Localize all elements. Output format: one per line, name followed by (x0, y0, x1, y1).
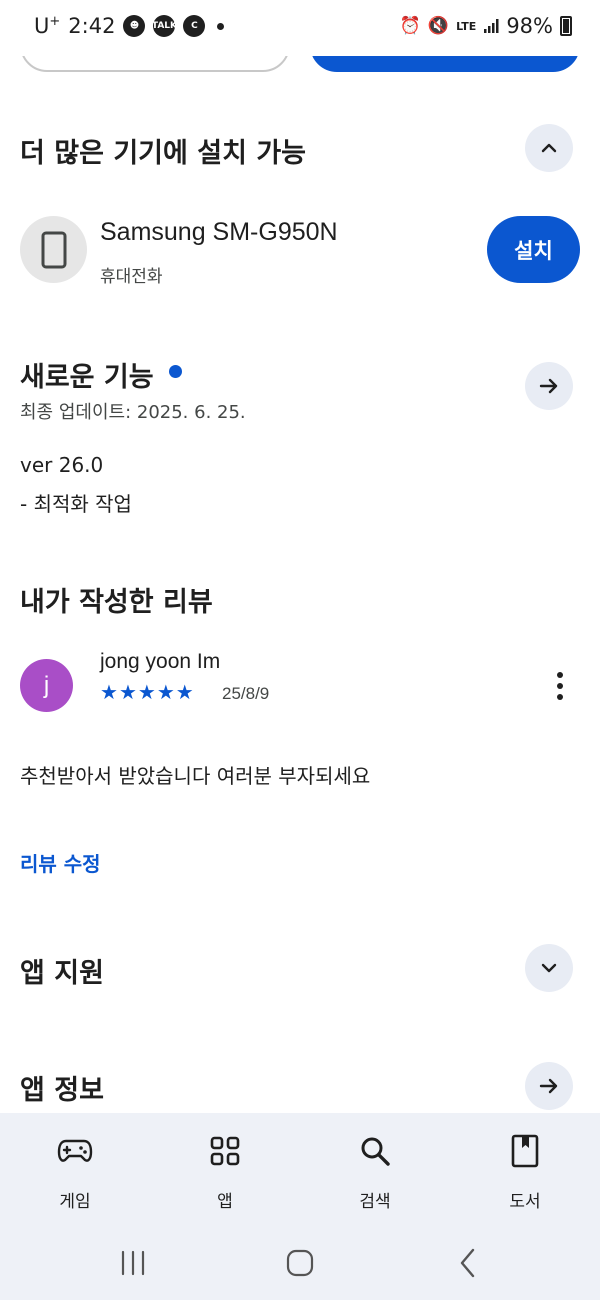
last-updated: 최종 업데이트: 2025. 6. 25. (20, 402, 246, 423)
expand-app-support-button[interactable] (525, 944, 573, 992)
recent-apps-button[interactable] (113, 1245, 153, 1281)
nav-item-games[interactable]: 게임 (0, 1113, 150, 1227)
new-indicator-dot (169, 365, 182, 378)
bottom-navigation: 게임 앱 검색 도서 (0, 1113, 600, 1227)
home-button[interactable] (280, 1245, 320, 1281)
lte-icon: LTE (456, 19, 477, 33)
star-icon: ★ (100, 680, 118, 704)
star-icon: ★ (175, 680, 194, 704)
device-type: 휴대전화 (100, 267, 163, 287)
review-text: 추천받아서 받았습니다 여러분 부자되세요 (20, 764, 371, 788)
review-more-button[interactable] (546, 668, 574, 704)
home-icon (286, 1249, 314, 1277)
app-info-title: 앱 정보 (20, 1075, 104, 1106)
star-icon: ★ (118, 680, 137, 704)
status-bar-left: U+ 2:42 ☻ TALK C (34, 14, 225, 38)
avatar: j (20, 659, 73, 712)
c-notification-icon: C (183, 15, 206, 37)
face-notification-icon: ☻ (123, 15, 146, 37)
update-note: - 최적화 작업 (20, 492, 132, 516)
status-bar: U+ 2:42 ☻ TALK C ⏰ 🔇 LTE 98% (0, 0, 600, 56)
edit-review-link[interactable]: 리뷰 수정 (20, 848, 101, 877)
status-bar-right: ⏰ 🔇 LTE 98% (400, 14, 572, 38)
version-text: ver 26.0 (20, 453, 104, 477)
more-vert-icon (557, 672, 563, 678)
battery-percent: 98% (506, 14, 553, 38)
nav-item-apps[interactable]: 앱 (150, 1113, 300, 1227)
talk-notification-icon: TALK (152, 15, 177, 37)
nav-label-search: 검색 (359, 1192, 391, 1212)
search-icon (357, 1133, 393, 1169)
whats-new-title: 새로운 기능 (20, 362, 154, 393)
review-date: 25/8/9 (222, 684, 270, 703)
carrier-label: U+ (34, 14, 61, 38)
nav-label-apps: 앱 (217, 1192, 233, 1212)
more-notifications-dot-icon (217, 22, 225, 30)
signal-icon (484, 19, 499, 33)
install-button[interactable]: 설치 (487, 216, 580, 283)
battery-icon (560, 16, 572, 36)
nav-label-games: 게임 (59, 1192, 91, 1212)
device-name: Samsung SM-G950N (100, 218, 338, 246)
book-icon (507, 1133, 543, 1169)
chevron-up-icon (541, 143, 557, 153)
alarm-icon: ⏰ (399, 16, 421, 36)
collapse-devices-button[interactable] (525, 124, 573, 172)
gamepad-icon (57, 1133, 93, 1169)
rating-stars: ★ ★ ★ ★ ★ (100, 681, 194, 703)
back-button[interactable] (448, 1245, 488, 1281)
arrow-right-icon (539, 378, 558, 394)
back-chevron-icon (460, 1248, 475, 1278)
clock: 2:42 (68, 14, 116, 38)
recent-apps-icon (121, 1250, 145, 1276)
nav-item-search[interactable]: 검색 (300, 1113, 450, 1227)
nav-item-books[interactable]: 도서 (450, 1113, 600, 1227)
my-review-title: 내가 작성한 리뷰 (20, 587, 213, 618)
app-info-arrow-button[interactable] (525, 1062, 573, 1110)
more-devices-title: 더 많은 기기에 설치 가능 (20, 138, 306, 169)
device-avatar (20, 216, 87, 283)
reviewer-name: jong yoon Im (100, 650, 221, 673)
star-icon: ★ (156, 680, 175, 704)
chevron-down-icon (541, 963, 557, 973)
app-support-title: 앱 지원 (20, 958, 104, 989)
apps-grid-icon (207, 1133, 243, 1169)
arrow-right-icon (539, 1078, 558, 1094)
mute-icon: 🔇 (427, 16, 450, 36)
phone-icon (41, 231, 66, 268)
system-navigation (0, 1227, 600, 1300)
star-icon: ★ (137, 680, 156, 704)
nav-label-books: 도서 (509, 1192, 541, 1212)
whats-new-arrow-button[interactable] (525, 362, 573, 410)
